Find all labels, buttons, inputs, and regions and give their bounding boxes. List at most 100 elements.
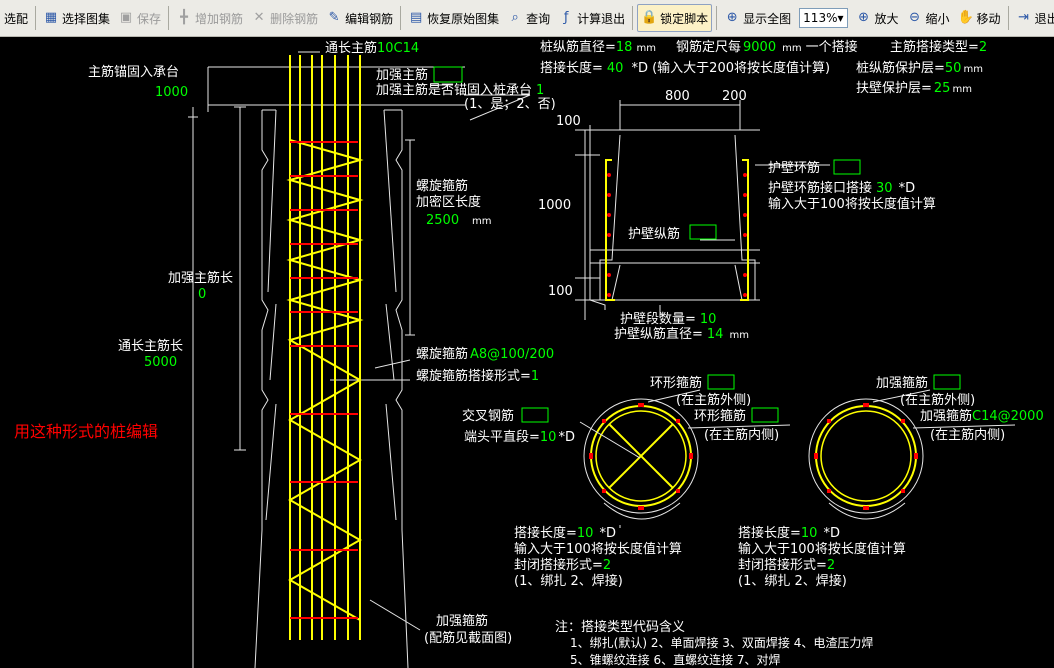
reinf-main-label: 加强主筋 [376, 67, 428, 83]
reinf-main-input[interactable] [433, 66, 463, 83]
svg-text:(在主筋内侧): (在主筋内侧) [704, 427, 779, 443]
svg-text:搭接长度=10*D: 搭接长度=10 *D [738, 525, 840, 541]
svg-text:扶壁保护层=25mm: 扶壁保护层= 25 mm [856, 81, 972, 96]
svg-text:800: 800 [665, 89, 690, 104]
select-button[interactable]: 选配 [1, 4, 31, 32]
edit-rebar-icon: ✎ [328, 10, 340, 25]
zoomout-button[interactable]: ⊖ 缩小 [904, 4, 953, 32]
move-label: 移动 [976, 11, 1001, 26]
lock-label: 锁定脚本 [660, 11, 709, 26]
restore-icon: ▤ [409, 10, 423, 25]
calcexit-label: 计算退出 [577, 11, 626, 26]
svg-text:(在主筋外侧): (在主筋外侧) [900, 392, 975, 408]
wall-ring-input[interactable] [833, 159, 861, 175]
svg-text:输入大于100将按长度值计算: 输入大于100将按长度值计算 [738, 541, 906, 557]
query-label: 查询 [526, 11, 551, 26]
svg-text:交叉钢筋: 交叉钢筋 [462, 408, 514, 424]
delete-button[interactable]: ✕ 删除钢筋 [248, 4, 321, 32]
exit-icon: ⇥ [1018, 10, 1030, 25]
svg-text:通长主筋长: 通长主筋长 [118, 338, 183, 354]
xyz-atlas-icon: ▦ [44, 10, 58, 25]
zoom-value: 113% [803, 11, 838, 25]
reinf-stirrup-outer-input[interactable] [933, 374, 961, 390]
zoomout-label: 缩小 [925, 11, 950, 26]
through-len-value[interactable]: 5000 [144, 355, 177, 370]
svg-text:1、绑扎(默认) 2、单面焊接 3、双面焊接: 1、绑扎(默认) 2、单面焊接 3、双面焊接 4、电渣压力焊 [570, 635, 873, 650]
fx-icon: ƒ [563, 10, 569, 25]
restore-button[interactable]: ▤ 恢复原始图集 [405, 4, 502, 32]
calcexit-button[interactable]: ƒ 计算退出 [555, 4, 628, 32]
floppy-icon: ▣ [119, 10, 133, 25]
save-button[interactable]: ▣ 保存 [115, 4, 164, 32]
drawing-canvas[interactable]: 通长主筋10C14 主筋锚固入承台 1000 加强主筋 加强主筋是否锚固入桩承台… [0, 37, 1054, 668]
svg-text:环形箍筋: 环形箍筋 [694, 408, 746, 424]
zoomin-button[interactable]: ⊕ 放大 [853, 4, 902, 32]
svg-text:桩纵筋直径=18mm: 桩纵筋直径=18 mm [540, 39, 656, 55]
wall-long-input[interactable] [689, 224, 717, 240]
svg-text:200: 200 [722, 89, 747, 104]
svg-text:护壁纵筋直径=14mm: 护壁纵筋直径= 14 mm [614, 326, 749, 342]
svg-text:护壁段数量=10: 护壁段数量= 10 [620, 312, 716, 327]
query-button[interactable]: ⌕ 查询 [504, 4, 553, 32]
select-label: 选配 [4, 11, 29, 26]
svg-text:加强箍筋: 加强箍筋 [436, 613, 488, 629]
lock-button[interactable]: 🔒 锁定脚本 [637, 4, 713, 32]
exit-button[interactable]: ⇥ 退出 [1013, 4, 1054, 32]
svg-text:护壁纵筋: 护壁纵筋 [628, 226, 680, 242]
svg-text:加密区长度: 加密区长度 [416, 194, 481, 210]
cross-bar-input[interactable] [521, 407, 549, 423]
zoom-select[interactable]: 113% ▾ [799, 8, 848, 28]
svg-text:搭接长度=10*D: 搭接长度=10 *D [514, 525, 616, 541]
toolbar-separator [35, 6, 37, 30]
svg-text:加强箍筋C14@2000: 加强箍筋C14@2000 [920, 408, 1044, 424]
ring-stirrup-inner-input[interactable] [751, 407, 779, 423]
restore-label: 恢复原始图集 [427, 11, 500, 26]
svg-text:搭接长度=40*D (输入大于200将按长度值计算): 搭接长度= 40 *D (输入大于200将按长度值计算) [540, 60, 830, 76]
toolbar-separator [716, 6, 718, 30]
add-rebar-icon: ╋ [180, 10, 188, 25]
zoom-in-icon: ⊕ [858, 10, 869, 25]
svg-text:桩纵筋保护层=50mm: 桩纵筋保护层=50 mm [856, 60, 983, 76]
svg-text:mm: mm [472, 216, 491, 227]
choose-label: 选择图集 [62, 11, 111, 26]
text-labels: 通长主筋10C14 主筋锚固入承台 1000 加强主筋 加强主筋是否锚固入桩承台… [14, 39, 1044, 667]
fit-button[interactable]: ⊕ 显示全图 [721, 4, 794, 32]
choose-button[interactable]: ▦ 选择图集 [40, 4, 113, 32]
fit-all-icon: ⊕ [726, 10, 738, 25]
svg-text:螺旋箍筋A8@100/200: 螺旋箍筋 A8@100/200 [416, 346, 554, 362]
ring-section [579, 389, 791, 528]
svg-text:(配筋见截面图): (配筋见截面图) [424, 630, 512, 646]
svg-text:注：搭接类型代码含义: 注：搭接类型代码含义 [555, 619, 685, 635]
svg-text:环形箍筋: 环形箍筋 [650, 375, 702, 391]
svg-text:(1、绑扎 2、焊接): (1、绑扎 2、焊接) [514, 573, 623, 589]
edit-label: 编辑钢筋 [345, 11, 394, 26]
add-button[interactable]: ╋ 增加钢筋 [173, 4, 246, 32]
query-icon: ⌕ [511, 10, 519, 25]
reinf-len-value[interactable]: 0 [198, 287, 206, 302]
toolbar-separator [400, 6, 402, 30]
anchor-label: 主筋锚固入承台 [88, 64, 179, 80]
toolbar-separator [632, 6, 634, 30]
ring-stirrup-input[interactable] [707, 374, 735, 390]
svg-text:5、锥螺纹连接 6、直螺纹连接 7、对焊: 5、锥螺纹连接 6、直螺纹连接 7、对焊 [570, 652, 781, 667]
svg-text:封闭搭接形式=2: 封闭搭接形式=2 [514, 557, 611, 573]
svg-text:封闭搭接形式=2: 封闭搭接形式=2 [738, 557, 835, 573]
dense-length-value[interactable]: 2500 [426, 213, 459, 228]
save-label: 保存 [137, 11, 162, 26]
move-button[interactable]: ✋ 移动 [955, 4, 1004, 32]
svg-text:加强主筋是否锚固入桩承台1: 加强主筋是否锚固入桩承台 1 [376, 82, 544, 98]
svg-text:1000: 1000 [538, 198, 571, 213]
toolbar-separator [168, 6, 170, 30]
edit-button[interactable]: ✎ 编辑钢筋 [323, 4, 396, 32]
toolbar-separator [1007, 6, 1009, 30]
delete-rebar-icon: ✕ [253, 10, 265, 25]
svg-text:100: 100 [556, 114, 581, 129]
anchor-value[interactable]: 1000 [155, 85, 188, 100]
svg-text:螺旋箍筋: 螺旋箍筋 [416, 178, 468, 194]
main-toolbar: 选配 ▦ 选择图集 ▣ 保存 ╋ 增加钢筋 ✕ 删除钢筋 ✎ 编辑钢筋 ▤ 恢复原始图集 ⌕ 查询 ƒ 计算退出… [0, 0, 1054, 37]
svg-text:(1、是；2、否): (1、是；2、否) [464, 97, 556, 112]
svg-text:钢筋定尺每9000mm一个搭接: 钢筋定尺每 9000 mm 一个搭接 [676, 39, 858, 55]
pile-edit-note: 用这种形式的桩编辑 [14, 422, 158, 441]
svg-text:100: 100 [548, 284, 573, 299]
svg-text:螺旋箍筋搭接形式=1: 螺旋箍筋搭接形式=1 [416, 368, 539, 384]
